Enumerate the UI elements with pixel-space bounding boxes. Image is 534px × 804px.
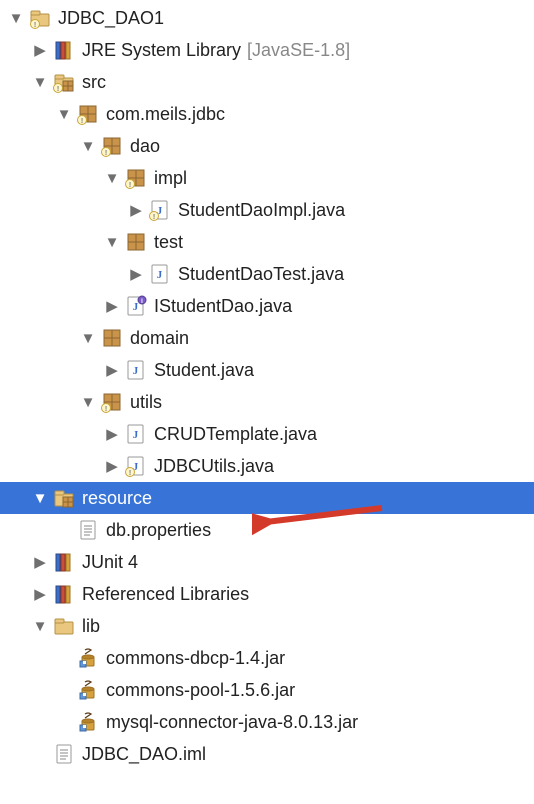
file-label: mysql-connector-java-8.0.13.jar (106, 712, 358, 733)
tree-item-impl[interactable]: ▼ impl (0, 162, 534, 194)
file-label: JDBCUtils.java (154, 456, 274, 477)
tree-item-test[interactable]: ▼ test (0, 226, 534, 258)
tree-item-junit[interactable]: ▶ JUnit 4 (0, 546, 534, 578)
test-label: test (154, 232, 183, 253)
package-icon (100, 390, 124, 414)
file-label: StudentDaoImpl.java (178, 200, 345, 221)
twisty-collapsed-icon[interactable]: ▶ (126, 200, 146, 220)
package-icon (124, 166, 148, 190)
java-interface-icon (124, 294, 148, 318)
package-icon (100, 134, 124, 158)
package-icon (76, 102, 100, 126)
file-label: IStudentDao.java (154, 296, 292, 317)
twisty-expanded-icon[interactable]: ▼ (54, 104, 74, 124)
library-icon (52, 582, 76, 606)
tree-item-domain[interactable]: ▼ domain (0, 322, 534, 354)
tree-item-jre[interactable]: ▶ JRE System Library [JavaSE-1.8] (0, 34, 534, 66)
tree-item-crud-template[interactable]: ▶ CRUDTemplate.java (0, 418, 534, 450)
tree-item-resource[interactable]: ▼ resource (0, 482, 534, 514)
tree-item-utils[interactable]: ▼ utils (0, 386, 534, 418)
twisty-collapsed-icon[interactable]: ▶ (102, 456, 122, 476)
jar-icon (76, 646, 100, 670)
src-label: src (82, 72, 106, 93)
library-icon (52, 550, 76, 574)
junit-label: JUnit 4 (82, 552, 138, 573)
java-file-icon (124, 454, 148, 478)
twisty-collapsed-icon[interactable]: ▶ (102, 360, 122, 380)
java-file-icon (148, 262, 172, 286)
tree-item-jar-dbcp[interactable]: ▶ commons-dbcp-1.4.jar (0, 642, 534, 674)
tree-item-student[interactable]: ▶ Student.java (0, 354, 534, 386)
resource-label: resource (82, 488, 152, 509)
jre-version-label: [JavaSE-1.8] (247, 40, 350, 61)
twisty-expanded-icon[interactable]: ▼ (102, 232, 122, 252)
java-file-icon (148, 198, 172, 222)
jar-icon (76, 678, 100, 702)
twisty-collapsed-icon[interactable]: ▶ (30, 584, 50, 604)
utils-label: utils (130, 392, 162, 413)
twisty-collapsed-icon[interactable]: ▶ (30, 552, 50, 572)
project-label: JDBC_DAO1 (58, 8, 164, 29)
jre-label: JRE System Library (82, 40, 241, 61)
twisty-expanded-icon[interactable]: ▼ (30, 488, 50, 508)
twisty-collapsed-icon[interactable]: ▶ (102, 424, 122, 444)
tree-item-src[interactable]: ▼ src (0, 66, 534, 98)
impl-label: impl (154, 168, 187, 189)
twisty-expanded-icon[interactable]: ▼ (6, 8, 26, 28)
file-label: commons-dbcp-1.4.jar (106, 648, 285, 669)
library-icon (52, 38, 76, 62)
twisty-collapsed-icon[interactable]: ▶ (126, 264, 146, 284)
file-label: Student.java (154, 360, 254, 381)
package-icon (124, 230, 148, 254)
file-label: CRUDTemplate.java (154, 424, 317, 445)
file-label: db.properties (106, 520, 211, 541)
text-file-icon (52, 742, 76, 766)
file-label: commons-pool-1.5.6.jar (106, 680, 295, 701)
tree-item-istudent-dao[interactable]: ▶ IStudentDao.java (0, 290, 534, 322)
file-label: JDBC_DAO.iml (82, 744, 206, 765)
source-folder-icon (52, 70, 76, 94)
package-icon (100, 326, 124, 350)
lib-label: lib (82, 616, 100, 637)
tree-item-package-root[interactable]: ▼ com.meils.jdbc (0, 98, 534, 130)
tree-item-project[interactable]: ▼ JDBC_DAO1 (0, 2, 534, 34)
resource-folder-icon (52, 486, 76, 510)
twisty-expanded-icon[interactable]: ▼ (78, 136, 98, 156)
tree-item-lib[interactable]: ▼ lib (0, 610, 534, 642)
folder-icon (52, 614, 76, 638)
ref-libs-label: Referenced Libraries (82, 584, 249, 605)
twisty-expanded-icon[interactable]: ▼ (30, 616, 50, 636)
domain-label: domain (130, 328, 189, 349)
dao-label: dao (130, 136, 160, 157)
tree-item-jar-mysql[interactable]: ▶ mysql-connector-java-8.0.13.jar (0, 706, 534, 738)
twisty-expanded-icon[interactable]: ▼ (102, 168, 122, 188)
tree-item-jdbc-utils[interactable]: ▶ JDBCUtils.java (0, 450, 534, 482)
package-root-label: com.meils.jdbc (106, 104, 225, 125)
twisty-collapsed-icon[interactable]: ▶ (30, 40, 50, 60)
tree-item-iml[interactable]: ▶ JDBC_DAO.iml (0, 738, 534, 770)
tree-item-dao[interactable]: ▼ dao (0, 130, 534, 162)
twisty-collapsed-icon[interactable]: ▶ (102, 296, 122, 316)
twisty-expanded-icon[interactable]: ▼ (78, 328, 98, 348)
java-file-icon (124, 358, 148, 382)
project-tree[interactable]: ▼ JDBC_DAO1 ▶ JRE System Library [JavaSE… (0, 0, 534, 770)
tree-item-db-properties[interactable]: ▶ db.properties (0, 514, 534, 546)
file-label: StudentDaoTest.java (178, 264, 344, 285)
tree-item-jar-pool[interactable]: ▶ commons-pool-1.5.6.jar (0, 674, 534, 706)
tree-item-student-dao-test[interactable]: ▶ StudentDaoTest.java (0, 258, 534, 290)
tree-item-referenced-libs[interactable]: ▶ Referenced Libraries (0, 578, 534, 610)
twisty-expanded-icon[interactable]: ▼ (30, 72, 50, 92)
text-file-icon (76, 518, 100, 542)
twisty-expanded-icon[interactable]: ▼ (78, 392, 98, 412)
tree-item-student-dao-impl[interactable]: ▶ StudentDaoImpl.java (0, 194, 534, 226)
jar-icon (76, 710, 100, 734)
java-file-icon (124, 422, 148, 446)
project-folder-icon (28, 6, 52, 30)
